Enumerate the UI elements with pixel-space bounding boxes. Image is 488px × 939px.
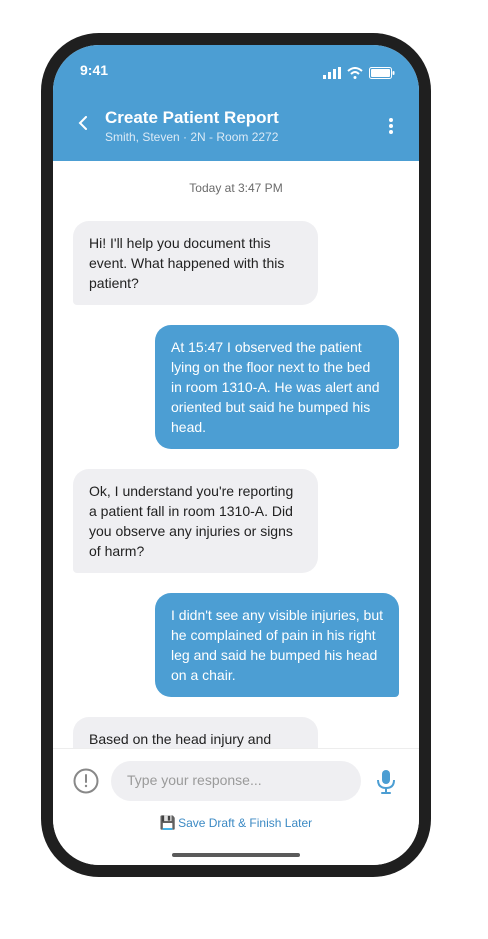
user-message-bubble: I didn't see any visible injuries, but h… <box>155 593 399 697</box>
back-button[interactable] <box>73 111 93 135</box>
composer-footer: Type your response... 💾 Save Draft & Fini… <box>53 748 419 865</box>
battery-icon <box>369 67 395 79</box>
app-header: 9:41 Create Patient Report Smith, Steven… <box>53 45 419 161</box>
chat-thread[interactable]: Today at 3:47 PM Hi! I'll help you docum… <box>53 161 419 748</box>
status-icons <box>323 67 395 79</box>
ai-message-bubble: Based on the head injury and <box>73 717 318 748</box>
user-message-bubble: At 15:47 I observed the patient lying on… <box>155 325 399 449</box>
save-draft-label: Save Draft & Finish Later <box>178 816 313 830</box>
info-button[interactable] <box>73 768 99 794</box>
phone-frame: 9:41 Create Patient Report Smith, Steven… <box>41 33 431 877</box>
response-input-placeholder: Type your response... <box>127 772 262 788</box>
response-input[interactable]: Type your response... <box>111 761 361 801</box>
more-vertical-icon <box>389 118 393 134</box>
ai-message-bubble: Ok, I understand you're reporting a pati… <box>73 469 318 573</box>
page-title: Create Patient Report <box>105 108 279 127</box>
save-draft-link[interactable]: 💾 Save Draft & Finish Later <box>53 815 419 831</box>
phone-screen: 9:41 Create Patient Report Smith, Steven… <box>53 45 419 865</box>
microphone-button[interactable] <box>375 769 397 795</box>
signal-icon <box>323 67 341 79</box>
ai-message-bubble: Hi! I'll help you document this event. W… <box>73 221 318 305</box>
status-time: 9:41 <box>80 62 109 78</box>
info-icon <box>73 768 99 794</box>
home-indicator <box>172 853 300 857</box>
floppy-disk-icon: 💾 <box>159 815 177 830</box>
wifi-icon <box>347 67 363 79</box>
patient-subtitle: Smith, Steven · 2N - Room 2272 <box>105 130 279 144</box>
more-options-button[interactable] <box>387 117 395 135</box>
chat-timestamp: Today at 3:47 PM <box>189 181 283 195</box>
microphone-icon <box>377 770 395 794</box>
back-chevron-icon <box>78 116 87 130</box>
